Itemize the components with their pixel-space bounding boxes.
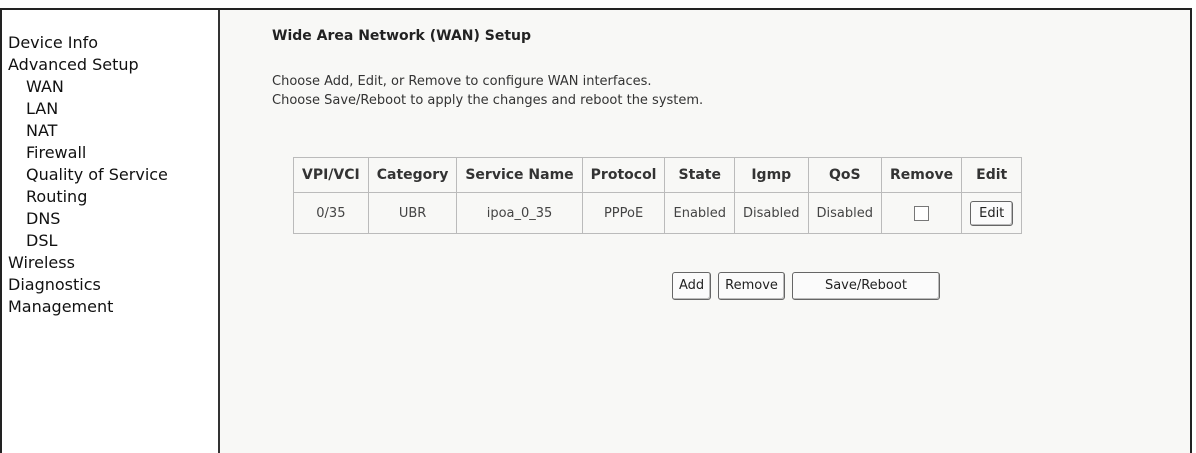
column-header-category: Category [367,157,458,193]
action-buttons: Add Remove Save/Reboot [672,272,940,300]
page-description: Choose Add, Edit, or Remove to configure… [272,72,703,110]
wan-interfaces-table: VPI/VCI Category Service Name Protocol S… [293,157,1023,234]
column-header-qos: QoS [807,157,883,193]
edit-button[interactable]: Edit [970,200,1014,226]
cell-category: UBR [367,192,458,234]
description-line-1: Choose Add, Edit, or Remove to configure… [272,74,652,89]
column-header-protocol: Protocol [581,157,666,193]
table-row: 0/35 UBR ipoa_0_35 PPPoE Enabled Disable… [293,192,1023,234]
cell-vpi-vci: 0/35 [293,192,369,234]
cell-state: Enabled [664,192,736,234]
sidebar-item-device-info[interactable]: Device Info [2,32,218,54]
column-header-service-name: Service Name [456,157,583,193]
sidebar-item-advanced-setup[interactable]: Advanced Setup [2,54,218,76]
cell-edit: Edit [961,192,1023,234]
sidebar-item-dns[interactable]: DNS [2,208,218,230]
cell-qos: Disabled [807,192,883,234]
sidebar-item-lan[interactable]: LAN [2,98,218,120]
page-frame: Device Info Advanced Setup WAN LAN NAT F… [0,8,1192,453]
description-line-2: Choose Save/Reboot to apply the changes … [272,93,704,108]
column-header-igmp: Igmp [734,157,809,193]
sidebar-item-routing[interactable]: Routing [2,186,218,208]
table-header-row: VPI/VCI Category Service Name Protocol S… [293,157,1023,193]
sidebar-item-management[interactable]: Management [2,296,218,318]
sidebar-item-dsl[interactable]: DSL [2,230,218,252]
sidebar-item-nat[interactable]: NAT [2,120,218,142]
sidebar-item-quality-of-service[interactable]: Quality of Service [2,164,218,186]
column-header-state: State [664,157,736,193]
sidebar-item-diagnostics[interactable]: Diagnostics [2,274,218,296]
column-header-edit: Edit [961,157,1023,193]
cell-remove [880,192,963,234]
sidebar-item-wireless[interactable]: Wireless [2,252,218,274]
cell-service-name: ipoa_0_35 [456,192,583,234]
save-reboot-button[interactable]: Save/Reboot [791,272,940,300]
column-header-vpi-vci: VPI/VCI [293,157,369,193]
column-header-remove: Remove [880,157,963,193]
sidebar-nav: Device Info Advanced Setup WAN LAN NAT F… [2,10,220,453]
remove-checkbox[interactable] [914,205,930,221]
sidebar-item-firewall[interactable]: Firewall [2,142,218,164]
remove-button[interactable]: Remove [718,272,785,300]
add-button[interactable]: Add [672,272,712,300]
cell-protocol: PPPoE [581,192,666,234]
page-title: Wide Area Network (WAN) Setup [272,28,532,44]
cell-igmp: Disabled [734,192,809,234]
sidebar-item-wan[interactable]: WAN [2,76,218,98]
main-content: Wide Area Network (WAN) Setup Choose Add… [220,10,1190,453]
